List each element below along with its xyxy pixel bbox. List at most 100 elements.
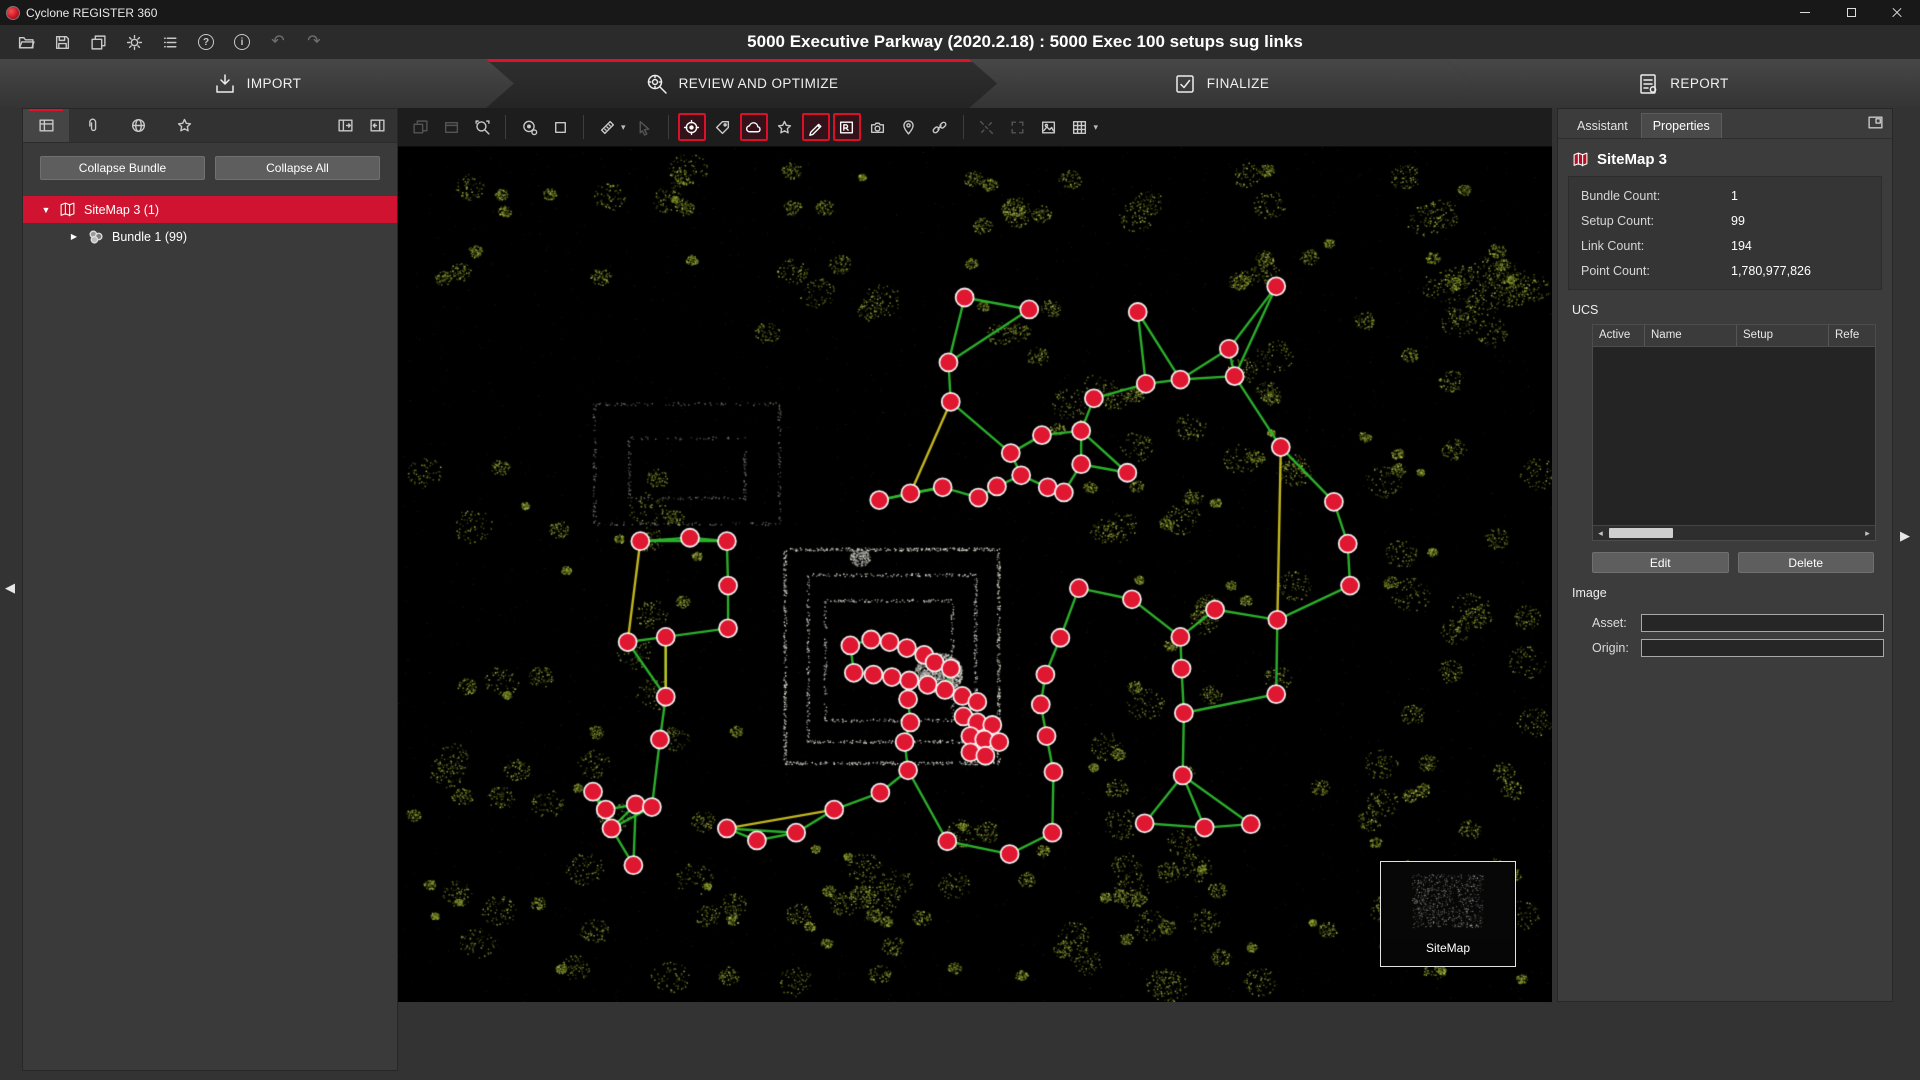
add-link-tool[interactable]: [926, 113, 954, 141]
open-project-button[interactable]: [12, 29, 40, 56]
property-value: 1: [1731, 189, 1738, 203]
show-setups-toggle[interactable]: [678, 113, 706, 141]
undo-button[interactable]: ↶: [264, 29, 292, 56]
show-labels-toggle[interactable]: [709, 113, 737, 141]
tab-assistant[interactable]: Assistant: [1566, 114, 1639, 138]
expand-right-panel-arrow[interactable]: ▶: [1900, 528, 1910, 544]
window-controls: [1782, 0, 1920, 25]
link-icon: [931, 119, 948, 136]
ucs-column-reference[interactable]: Refe: [1829, 325, 1875, 346]
show-favorites-toggle[interactable]: [771, 113, 799, 141]
show-images-toggle[interactable]: [833, 113, 861, 141]
panel-right-icon: [369, 117, 386, 134]
draw-link-tool[interactable]: [802, 113, 830, 141]
ucs-horizontal-scrollbar[interactable]: ◂ ▸: [1593, 525, 1875, 540]
settings-button[interactable]: [120, 29, 148, 56]
sitemap-canvas[interactable]: [398, 147, 1552, 1002]
redo-icon: ↷: [307, 34, 320, 50]
ucs-column-active[interactable]: Active: [1593, 325, 1645, 346]
grid-tool[interactable]: [1066, 113, 1094, 141]
panel-layout-icon: [1867, 114, 1884, 131]
panel-left-icon: [337, 117, 354, 134]
dock-panel-left-button[interactable]: [331, 112, 359, 139]
break-link-tool[interactable]: [973, 113, 1001, 141]
property-value: 99: [1731, 214, 1745, 228]
tree-item-bundle[interactable]: ▶ Bundle 1 (99): [23, 223, 397, 250]
about-button[interactable]: i: [228, 29, 256, 56]
collapse-arrow-icon[interactable]: ▶: [69, 232, 79, 241]
expand-selection-tool[interactable]: [1004, 113, 1032, 141]
close-button[interactable]: [1874, 0, 1920, 25]
scroll-left-arrow[interactable]: ◂: [1593, 528, 1608, 539]
active-tab-indicator: [486, 59, 997, 62]
frame-image-tool[interactable]: [1035, 113, 1063, 141]
sitemap-viewport-area: ▾: [398, 108, 1552, 1002]
camera-tool[interactable]: [864, 113, 892, 141]
property-value: 194: [1731, 239, 1752, 253]
truspace-bubble-tool[interactable]: [515, 113, 543, 141]
location-pin-icon: [900, 119, 917, 136]
delete-button[interactable]: Delete: [1738, 552, 1875, 573]
collapse-bundle-button[interactable]: Collapse Bundle: [40, 156, 205, 180]
pick-tool[interactable]: [631, 113, 659, 141]
collapse-all-button[interactable]: Collapse All: [215, 156, 380, 180]
tab-sitemaps[interactable]: [23, 109, 69, 142]
report-icon: [1636, 72, 1660, 96]
tab-import-label: IMPORT: [247, 76, 302, 91]
folder-open-icon: [18, 34, 35, 51]
asset-label: Asset:: [1592, 616, 1641, 630]
save-project-button[interactable]: [48, 29, 76, 56]
show-point-cloud-toggle[interactable]: [740, 113, 768, 141]
duplicate-button[interactable]: [84, 29, 112, 56]
window-view-tool[interactable]: [437, 113, 465, 141]
expand-arrow-icon[interactable]: ▼: [41, 205, 51, 215]
scroll-right-arrow[interactable]: ▸: [1860, 528, 1875, 539]
sitemap-icon: [1572, 151, 1589, 168]
target-icon: [683, 119, 700, 136]
panel-layout-button[interactable]: [1867, 114, 1884, 136]
app-window: Cyclone REGISTER 360 ? i ↶: [0, 0, 1920, 1080]
tab-assets[interactable]: [69, 109, 115, 142]
broken-link-icon: [978, 119, 995, 136]
copy-view-tool[interactable]: [406, 113, 434, 141]
tab-import[interactable]: IMPORT: [0, 59, 514, 108]
maximize-button[interactable]: [1828, 0, 1874, 25]
cloud-icon: [745, 119, 762, 136]
collapse-left-panel-arrow[interactable]: ◀: [5, 580, 15, 596]
tab-properties[interactable]: Properties: [1641, 113, 1722, 138]
ortho-view-tool[interactable]: [546, 113, 574, 141]
geotag-tool[interactable]: [895, 113, 923, 141]
asset-row: Asset:: [1592, 614, 1884, 632]
tab-report[interactable]: REPORT: [1445, 59, 1920, 108]
redo-button[interactable]: ↷: [300, 29, 328, 56]
ucs-column-setup[interactable]: Setup: [1737, 325, 1829, 346]
log-button[interactable]: [156, 29, 184, 56]
tree-item-sitemap[interactable]: ▼ SiteMap 3 (1): [23, 196, 397, 223]
measure-tool[interactable]: [593, 113, 621, 141]
tab-geotags[interactable]: [115, 109, 161, 142]
ucs-column-name[interactable]: Name: [1645, 325, 1737, 346]
grid-dropdown-caret[interactable]: ▾: [1094, 122, 1099, 133]
scrollbar-thumb[interactable]: [1609, 528, 1673, 538]
cursor-arrow-icon: [636, 119, 653, 136]
measure-dropdown-caret[interactable]: ▾: [621, 122, 626, 133]
tab-review-and-optimize[interactable]: REVIEW AND OPTIMIZE: [486, 59, 997, 108]
dock-panel-right-button[interactable]: [363, 112, 391, 139]
edit-button[interactable]: Edit: [1592, 552, 1729, 573]
help-button[interactable]: ?: [192, 29, 220, 56]
origin-input[interactable]: [1641, 639, 1884, 657]
gear-icon: [126, 34, 143, 51]
tab-finalize[interactable]: FINALIZE: [969, 59, 1473, 108]
close-icon: [1891, 7, 1903, 19]
sitemap-overview-thumbnail[interactable]: SiteMap: [1380, 861, 1516, 967]
property-row: Setup Count: 99: [1581, 208, 1869, 233]
explorer-tools: [331, 109, 397, 142]
zoom-fit-tool[interactable]: [468, 113, 496, 141]
help-icon: ?: [198, 34, 214, 50]
asset-input[interactable]: [1641, 614, 1884, 632]
pen-icon: [807, 119, 824, 136]
scrollbar-track[interactable]: [1608, 526, 1860, 540]
tab-favorites[interactable]: [161, 109, 207, 142]
minimize-button[interactable]: [1782, 0, 1828, 25]
project-explorer-panel: Collapse Bundle Collapse All ▼ SiteMap 3…: [22, 108, 398, 1071]
